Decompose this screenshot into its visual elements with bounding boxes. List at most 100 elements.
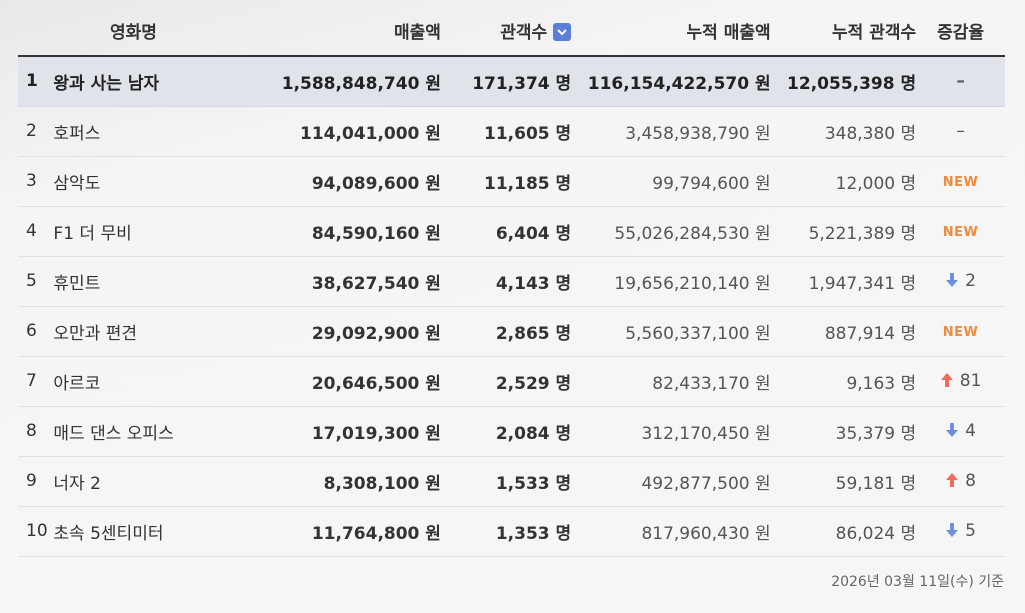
header-change-label: 증감율 <box>937 23 985 43</box>
header-sales: 매출액 <box>215 6 441 57</box>
audience-cell: 2,084 명 <box>440 406 572 457</box>
change-cell: NEW <box>916 206 1005 257</box>
table-row[interactable]: 6 오만과 편견 29,092,900 원 2,865 명 5,560,337,100 … <box>18 306 1005 357</box>
rank-cell: 4 <box>18 206 52 257</box>
change-cell: 81 <box>916 356 1005 407</box>
cum-sales-cell: 5,560,337,100 원 <box>571 306 771 357</box>
arrow-down-icon <box>946 273 959 287</box>
movie-title[interactable]: 왕과 사는 남자 <box>51 56 216 107</box>
header-change: 증감율 <box>916 6 1005 57</box>
change-value: 2 <box>965 271 976 291</box>
audience-cell: 2,865 명 <box>440 306 572 357</box>
chevron-down-icon <box>557 29 567 36</box>
movie-title[interactable]: 오만과 편견 <box>51 306 216 357</box>
audience-cell: 2,529 명 <box>440 356 572 407</box>
reference-date-note: 2026년 03월 11일(수) 기준 <box>831 574 1004 590</box>
header-sales-label: 매출액 <box>394 23 441 43</box>
movie-title[interactable]: F1 더 무비 <box>51 206 216 257</box>
change-cell: NEW <box>916 156 1005 207</box>
arrow-down-icon <box>946 523 959 537</box>
cum-audience-cell: 86,024 명 <box>770 506 917 557</box>
cum-audience-cell: 1,947,341 명 <box>770 256 917 307</box>
movie-title[interactable]: 매드 댄스 오피스 <box>51 406 216 457</box>
movie-title[interactable]: 호퍼스 <box>51 106 216 157</box>
table-row[interactable]: 4 F1 더 무비 84,590,160 원 6,404 명 55,026,284,53… <box>18 206 1005 257</box>
change-cell: 2 <box>916 256 1005 307</box>
sales-cell: 8,308,100 원 <box>215 456 441 507</box>
change-value: 8 <box>965 471 976 491</box>
audience-cell: 4,143 명 <box>440 256 572 307</box>
change-cell: – <box>916 106 1005 157</box>
arrow-down-icon <box>946 423 959 437</box>
arrow-up-icon <box>940 373 953 387</box>
header-cum-sales: 누적 매출액 <box>571 6 771 57</box>
table-row[interactable]: 7 아르코 20,646,500 원 2,529 명 82,433,170 원 9,163… <box>18 356 1005 407</box>
cum-audience-cell: 12,055,398 명 <box>770 56 917 107</box>
change-cell: 8 <box>916 456 1005 507</box>
header-audience[interactable]: 관객수 <box>440 6 572 57</box>
sales-cell: 84,590,160 원 <box>215 206 441 257</box>
cum-audience-cell: 348,380 명 <box>770 106 917 157</box>
box-office-table: 영화명 매출액 관객수 누적 매출액 누적 관객수 증감율 1 왕과 사는 남자 1… <box>18 6 1005 557</box>
cum-sales-cell: 817,960,430 원 <box>571 506 771 557</box>
change-value: 4 <box>965 421 976 441</box>
movie-title[interactable]: 초속 5센티미터 <box>51 506 216 557</box>
table-row[interactable]: 5 휴민트 38,627,540 원 4,143 명 19,656,210,140 원1… <box>18 256 1005 307</box>
new-badge: NEW <box>942 225 979 240</box>
header-title: 영화명 <box>18 6 216 57</box>
rank-cell: 2 <box>18 106 52 157</box>
audience-cell: 11,605 명 <box>440 106 572 157</box>
audience-cell: 1,533 명 <box>440 456 572 507</box>
arrow-up-icon <box>946 473 959 487</box>
sales-cell: 94,089,600 원 <box>215 156 441 207</box>
table-header: 영화명 매출액 관객수 누적 매출액 누적 관객수 증감율 <box>18 6 1005 57</box>
change-cell: – <box>916 56 1005 107</box>
header-row: 영화명 매출액 관객수 누적 매출액 누적 관객수 증감율 <box>18 6 1005 57</box>
cum-audience-cell: 35,379 명 <box>770 406 917 457</box>
no-change-indicator: – <box>956 121 965 141</box>
change-cell: 4 <box>916 406 1005 457</box>
cum-audience-cell: 9,163 명 <box>770 356 917 407</box>
header-cum-audience: 누적 관객수 <box>770 6 917 57</box>
no-change-indicator: – <box>956 71 965 92</box>
cum-sales-cell: 55,026,284,530 원 <box>571 206 771 257</box>
rank-cell: 10 <box>18 506 52 557</box>
cum-sales-cell: 312,170,450 원 <box>571 406 771 457</box>
rank-cell: 5 <box>18 256 52 307</box>
cum-sales-cell: 492,877,500 원 <box>571 456 771 507</box>
box-office-panel: 영화명 매출액 관객수 누적 매출액 누적 관객수 증감율 1 왕과 사는 남자 1… <box>0 0 1025 613</box>
rank-cell: 1 <box>18 56 52 107</box>
header-cum-sales-label: 누적 매출액 <box>686 23 771 43</box>
rank-cell: 7 <box>18 356 52 407</box>
table-row[interactable]: 9 너자 2 8,308,100 원 1,533 명 492,877,500 원 59,1… <box>18 456 1005 507</box>
sort-toggle-button[interactable] <box>553 23 572 41</box>
sales-cell: 11,764,800 원 <box>215 506 441 557</box>
sales-cell: 38,627,540 원 <box>215 256 441 307</box>
movie-title[interactable]: 삼악도 <box>51 156 216 207</box>
movie-title[interactable]: 휴민트 <box>51 256 216 307</box>
change-cell: 5 <box>916 506 1005 557</box>
table-row[interactable]: 1 왕과 사는 남자 1,588,848,740 원 171,374 명 116,154… <box>18 56 1005 107</box>
audience-cell: 6,404 명 <box>440 206 572 257</box>
new-badge: NEW <box>942 325 979 340</box>
header-title-label: 영화명 <box>110 23 157 43</box>
change-value: 81 <box>959 371 982 391</box>
sales-cell: 20,646,500 원 <box>215 356 441 407</box>
table-row[interactable]: 3 삼악도 94,089,600 원 11,185 명 99,794,600 원 12,0… <box>18 156 1005 207</box>
table-row[interactable]: 8 매드 댄스 오피스 17,019,300 원 2,084 명 312,170,450… <box>18 406 1005 457</box>
header-audience-label: 관객수 <box>500 23 548 43</box>
audience-cell: 1,353 명 <box>440 506 572 557</box>
header-cum-audience-label: 누적 관객수 <box>832 23 917 43</box>
new-badge: NEW <box>942 175 979 190</box>
cum-audience-cell: 887,914 명 <box>770 306 917 357</box>
table-row[interactable]: 2 호퍼스 114,041,000 원 11,605 명 3,458,938,790 원… <box>18 106 1005 157</box>
audience-cell: 11,185 명 <box>440 156 572 207</box>
movie-title[interactable]: 너자 2 <box>51 456 216 507</box>
rank-cell: 8 <box>18 406 52 457</box>
movie-title[interactable]: 아르코 <box>51 356 216 407</box>
sales-cell: 29,092,900 원 <box>215 306 441 357</box>
change-value: 5 <box>965 521 976 541</box>
table-row[interactable]: 10 초속 5센티미터 11,764,800 원 1,353 명 817,960,430… <box>18 506 1005 557</box>
cum-sales-cell: 19,656,210,140 원 <box>571 256 771 307</box>
cum-audience-cell: 12,000 명 <box>770 156 917 207</box>
